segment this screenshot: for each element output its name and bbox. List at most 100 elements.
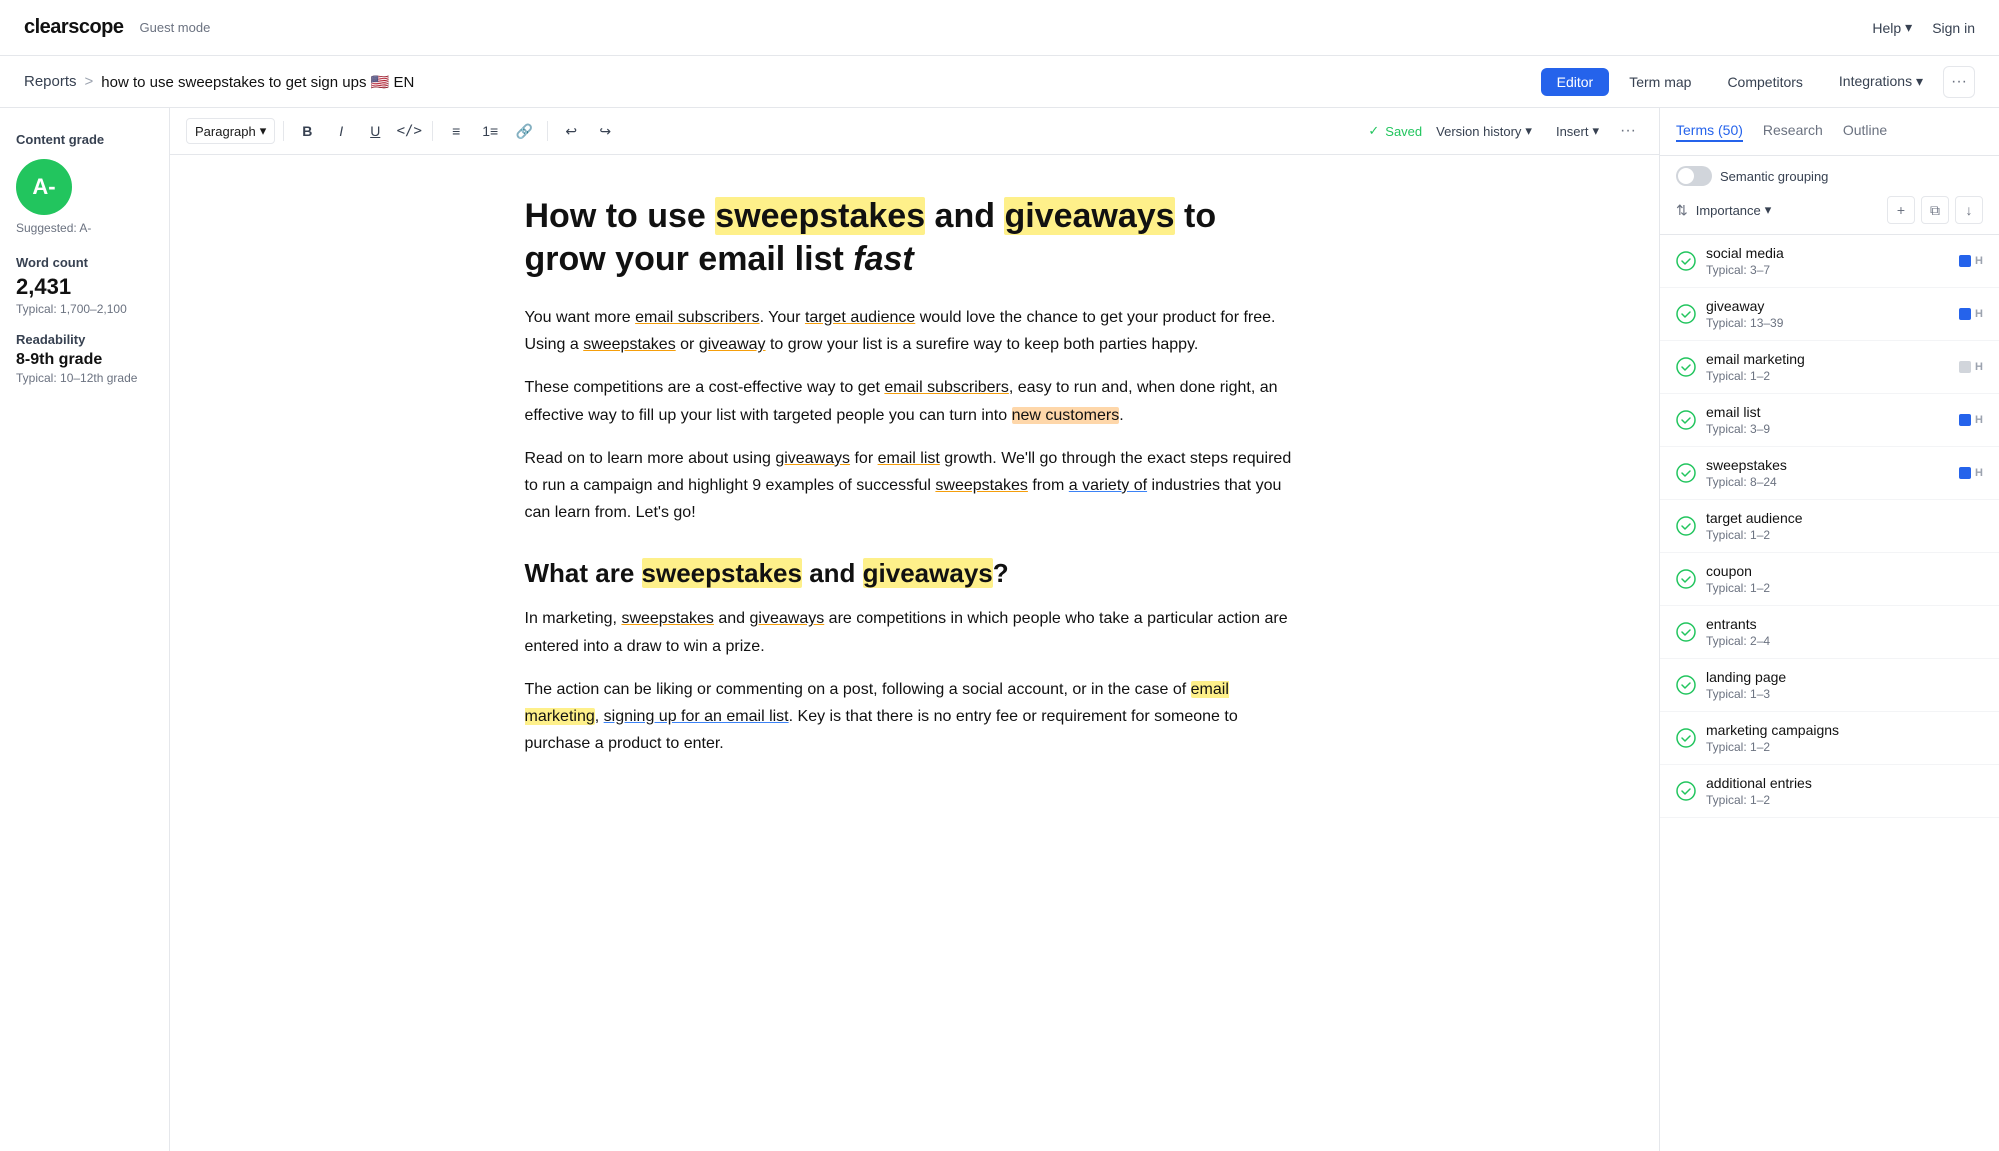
term-item[interactable]: landing pageTypical: 1–3	[1660, 659, 1999, 712]
link-email-subscribers-2: email subscribers	[884, 379, 1008, 396]
term-name: entrants	[1706, 616, 1983, 632]
code-button[interactable]: </>	[394, 116, 424, 146]
term-map-tab[interactable]: Term map	[1613, 68, 1707, 96]
breadcrumb-reports[interactable]: Reports	[24, 73, 77, 90]
badge-label: H	[1975, 255, 1983, 267]
breadcrumb-bar: Reports > how to use sweepstakes to get …	[0, 56, 1999, 108]
term-item[interactable]: additional entries Typical: 1–2	[1660, 765, 1999, 818]
competitors-tab[interactable]: Competitors	[1711, 68, 1818, 96]
term-item[interactable]: email marketingTypical: 1–2H	[1660, 341, 1999, 394]
term-item[interactable]: social mediaTypical: 3–7 H	[1660, 235, 1999, 288]
term-item[interactable]: sweepstakesTypical: 8–24H	[1660, 447, 1999, 500]
term-typical: Typical: 13–39	[1706, 316, 1959, 330]
top-nav: clearscope Guest mode Help ▾ Sign in	[0, 0, 1999, 56]
terms-tab[interactable]: Terms (50)	[1676, 122, 1743, 142]
term-typical: Typical: 2–4	[1706, 634, 1983, 648]
integrations-tab[interactable]: Integrations ▾	[1823, 67, 1939, 96]
term-check-icon	[1676, 728, 1696, 748]
editor-area: Paragraph ▾ B I U </> ≡ 1≡ 🔗 ↩ ↪ ✓ Saved…	[170, 108, 1659, 1151]
semantic-label: Semantic grouping	[1720, 169, 1828, 184]
editor-content[interactable]: How to use sweepstakes and giveaways to …	[465, 155, 1365, 1151]
term-check-icon	[1676, 304, 1696, 324]
italic-button[interactable]: I	[326, 116, 356, 146]
term-badge: H	[1959, 361, 1983, 373]
link-target-audience: target audience	[805, 309, 915, 326]
suggested-label: Suggested: A-	[16, 221, 153, 235]
link-sweepstakes-1: sweepstakes	[583, 336, 676, 353]
help-link[interactable]: Help ▾	[1872, 19, 1912, 36]
underline-button[interactable]: U	[360, 116, 390, 146]
research-tab[interactable]: Research	[1763, 122, 1823, 142]
term-typical: Typical: 1–2	[1706, 793, 1983, 807]
paragraph-3: Read on to learn more about using giveaw…	[525, 445, 1305, 527]
word-count-typical: Typical: 1,700–2,100	[16, 302, 153, 316]
link-email-list: email list	[878, 450, 940, 467]
paragraph-4: In marketing, sweepstakes and giveaways …	[525, 605, 1305, 659]
outline-tab[interactable]: Outline	[1843, 122, 1887, 142]
bold-button[interactable]: B	[292, 116, 322, 146]
breadcrumb-separator: >	[85, 73, 94, 90]
semantic-grouping-toggle[interactable]	[1676, 166, 1712, 186]
term-info: giveaway Typical: 13–39	[1706, 298, 1959, 330]
term-name: landing page	[1706, 669, 1983, 685]
badge-dot	[1959, 361, 1971, 373]
ordered-list-button[interactable]: 1≡	[475, 116, 505, 146]
content-grade-label: Content grade	[16, 132, 153, 147]
bullet-list-button[interactable]: ≡	[441, 116, 471, 146]
badge-label: H	[1975, 414, 1983, 426]
term-item[interactable]: couponTypical: 1–2	[1660, 553, 1999, 606]
badge-label: H	[1975, 308, 1983, 320]
link-button[interactable]: 🔗	[509, 116, 539, 146]
download-button[interactable]: ↓	[1955, 196, 1983, 224]
terms-list: social mediaTypical: 3–7 H giveaway Typica…	[1660, 235, 1999, 1151]
term-name: email list	[1706, 404, 1959, 420]
add-term-button[interactable]: +	[1887, 196, 1915, 224]
link-giveaways-2: giveaways	[775, 450, 850, 467]
link-sweepstakes-3: sweepstakes	[621, 610, 714, 627]
paragraph-2: These competitions are a cost-effective …	[525, 374, 1305, 428]
heading-highlight-sweepstakes: sweepstakes	[642, 558, 802, 588]
editor-tab[interactable]: Editor	[1541, 68, 1610, 96]
readability-label: Readability	[16, 332, 153, 347]
breadcrumb-current: how to use sweepstakes to get sign ups 🇺…	[101, 73, 414, 91]
badge-dot	[1959, 467, 1971, 479]
logo: clearscope	[24, 16, 124, 39]
term-info: sweepstakesTypical: 8–24	[1706, 457, 1959, 489]
version-history-button[interactable]: Version history ▾	[1426, 119, 1542, 143]
term-name: giveaway	[1706, 298, 1959, 314]
term-badge: H	[1959, 467, 1983, 479]
term-item[interactable]: target audienceTypical: 1–2	[1660, 500, 1999, 553]
paragraph-1: You want more email subscribers. Your ta…	[525, 304, 1305, 358]
semantic-row: Semantic grouping	[1676, 166, 1983, 186]
term-check-icon	[1676, 410, 1696, 430]
undo-button[interactable]: ↩	[556, 116, 586, 146]
term-item[interactable]: marketing campaignsTypical: 1–2	[1660, 712, 1999, 765]
term-info: couponTypical: 1–2	[1706, 563, 1983, 595]
controls-row: ⇅ Importance ▾ + ⧉ ↓	[1676, 196, 1983, 224]
term-typical: Typical: 1–2	[1706, 740, 1983, 754]
sort-button[interactable]: Importance ▾	[1696, 202, 1772, 218]
title-italic-fast: fast	[853, 240, 913, 278]
term-info: social mediaTypical: 3–7	[1706, 245, 1959, 277]
toolbar: Paragraph ▾ B I U </> ≡ 1≡ 🔗 ↩ ↪ ✓ Saved…	[170, 108, 1659, 155]
title-highlight-giveaways: giveaways	[1004, 197, 1174, 235]
insert-button[interactable]: Insert ▾	[1546, 119, 1609, 143]
term-name: social media	[1706, 245, 1959, 261]
toolbar-more-button[interactable]: ···	[1613, 116, 1643, 146]
grade-circle: A-	[16, 159, 72, 215]
heading-highlight-giveaways: giveaways	[863, 558, 993, 588]
term-badge: H	[1959, 414, 1983, 426]
term-check-icon	[1676, 675, 1696, 695]
more-options-button[interactable]: ···	[1943, 66, 1975, 98]
term-item[interactable]: email listTypical: 3–9H	[1660, 394, 1999, 447]
redo-button[interactable]: ↪	[590, 116, 620, 146]
paragraph-select[interactable]: Paragraph ▾	[186, 118, 275, 144]
term-typical: Typical: 1–2	[1706, 528, 1983, 542]
sort-icon: ⇅	[1676, 202, 1688, 219]
term-name: additional entries	[1706, 775, 1983, 791]
term-typical: Typical: 1–2	[1706, 369, 1959, 383]
term-item[interactable]: giveaway Typical: 13–39 H	[1660, 288, 1999, 341]
sign-in-link[interactable]: Sign in	[1932, 20, 1975, 36]
copy-button[interactable]: ⧉	[1921, 196, 1949, 224]
term-item[interactable]: entrants Typical: 2–4	[1660, 606, 1999, 659]
